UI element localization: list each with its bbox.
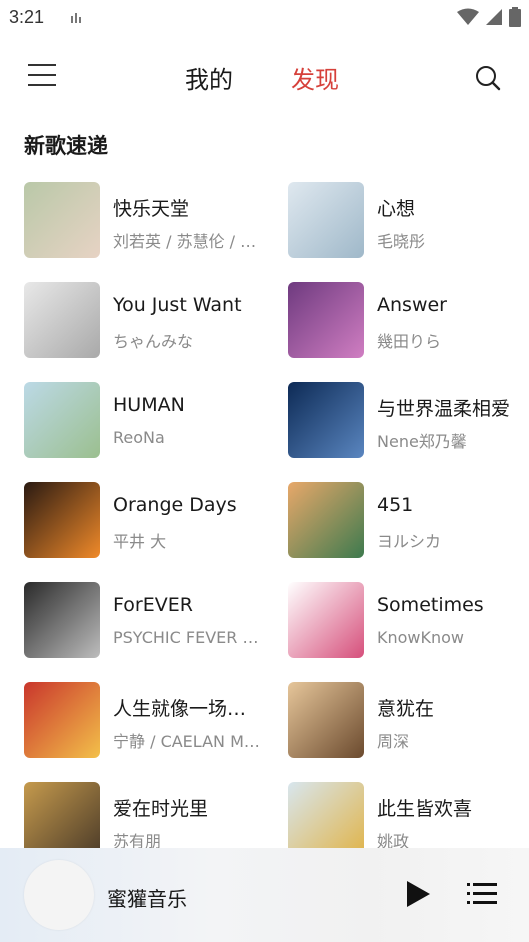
song-title: ForEVER [113, 594, 193, 616]
player-album-art[interactable] [24, 860, 94, 930]
song-artist: PSYCHIC FEVER from EXILE TRIBE [113, 628, 263, 647]
song-item[interactable]: 人生就像一场修行宁静 / CAELAN MOORE [24, 682, 264, 762]
song-cover-image[interactable] [288, 682, 364, 758]
section-title-new-songs: 新歌速递 [24, 134, 108, 158]
song-item[interactable]: Orange Days 平井 大 [24, 482, 264, 562]
song-item[interactable]: 快乐天堂刘若英 / 苏慧伦 / 刘若英 [24, 182, 264, 262]
song-title: You Just Want [113, 294, 242, 316]
song-cover-image[interactable] [288, 282, 364, 358]
player-title: 蜜獾音乐 [107, 887, 187, 911]
song-title: 爱在时光里 [113, 798, 209, 820]
song-item[interactable]: ForEVER PSYCHIC FEVER from EXILE TRIBE [24, 582, 264, 662]
search-icon [476, 66, 501, 91]
song-cover-image[interactable] [288, 382, 364, 458]
menu-button[interactable] [28, 64, 56, 88]
song-artist: 毛晓彤 [377, 232, 426, 251]
playlist-button[interactable] [467, 881, 497, 907]
song-item[interactable]: Sometimes KnowKnow [288, 582, 528, 662]
song-artist: Nene郑乃馨 [377, 432, 467, 451]
status-bar: 3:21 [0, 0, 529, 36]
tab-mine[interactable]: 我的 [185, 60, 233, 95]
song-item[interactable]: 与世界温柔相爱 Nene郑乃馨 [288, 382, 528, 462]
song-cover-image[interactable] [288, 482, 364, 558]
song-item[interactable]: 451 ヨルシカ [288, 482, 528, 562]
song-artist: KnowKnow [377, 628, 465, 647]
song-title: 心想 [377, 198, 416, 220]
song-cover-image[interactable] [288, 782, 364, 858]
notification-bars-icon [71, 13, 81, 23]
song-artist: 宁静 / CAELAN MOORE [113, 732, 263, 751]
play-icon [407, 881, 430, 907]
song-artist: 周深 [377, 732, 410, 751]
song-cover-image[interactable] [24, 182, 100, 258]
top-nav: 我的 发现 [0, 52, 529, 102]
song-artist: ヨルシカ [377, 532, 442, 551]
song-artist: ReoNa [113, 428, 165, 447]
song-artist: 平井 大 [113, 532, 167, 551]
song-title: 人生就像一场修行 [113, 698, 263, 720]
song-artist: 刘若英 / 苏慧伦 / 刘若英 [113, 232, 263, 251]
song-title: 快乐天堂 [113, 198, 190, 220]
wifi-icon [457, 8, 479, 25]
song-title: 意犹在 [377, 698, 435, 720]
song-cover-image[interactable] [288, 582, 364, 658]
status-time: 3:21 [9, 7, 45, 27]
song-cover-image[interactable] [24, 782, 100, 858]
song-title: Answer [377, 294, 447, 316]
battery-icon [509, 7, 521, 27]
menu-icon [28, 64, 56, 86]
song-item[interactable]: 心想 毛晓彤 [288, 182, 528, 262]
song-cover-image[interactable] [24, 582, 100, 658]
song-title: Orange Days [113, 494, 237, 516]
song-cover-image[interactable] [24, 682, 100, 758]
song-title: HUMAN [113, 394, 185, 416]
song-cover-image[interactable] [288, 182, 364, 258]
status-indicators [457, 7, 521, 27]
tab-discover[interactable]: 发现 [291, 60, 339, 95]
song-item[interactable]: 意犹在 周深 [288, 682, 528, 762]
song-title: 与世界温柔相爱 [377, 398, 511, 420]
song-cover-image[interactable] [24, 282, 100, 358]
playlist-icon [467, 883, 497, 904]
cellular-signal-icon [486, 9, 502, 25]
search-button[interactable] [474, 64, 502, 92]
song-artist: 幾田りら [377, 332, 442, 351]
song-title: Sometimes [377, 594, 484, 616]
play-button[interactable] [405, 880, 431, 908]
song-item[interactable]: Answer 幾田りら [288, 282, 528, 362]
mini-player[interactable]: 蜜獾音乐 [0, 848, 529, 942]
song-cover-image[interactable] [24, 382, 100, 458]
song-item[interactable]: You Just Want ちゃんみな [24, 282, 264, 362]
song-artist: ちゃんみな [113, 332, 194, 351]
song-title: 451 [377, 494, 414, 516]
song-title: 此生皆欢喜 [377, 798, 473, 820]
song-item[interactable]: HUMAN ReoNa [24, 382, 264, 462]
song-cover-image[interactable] [24, 482, 100, 558]
